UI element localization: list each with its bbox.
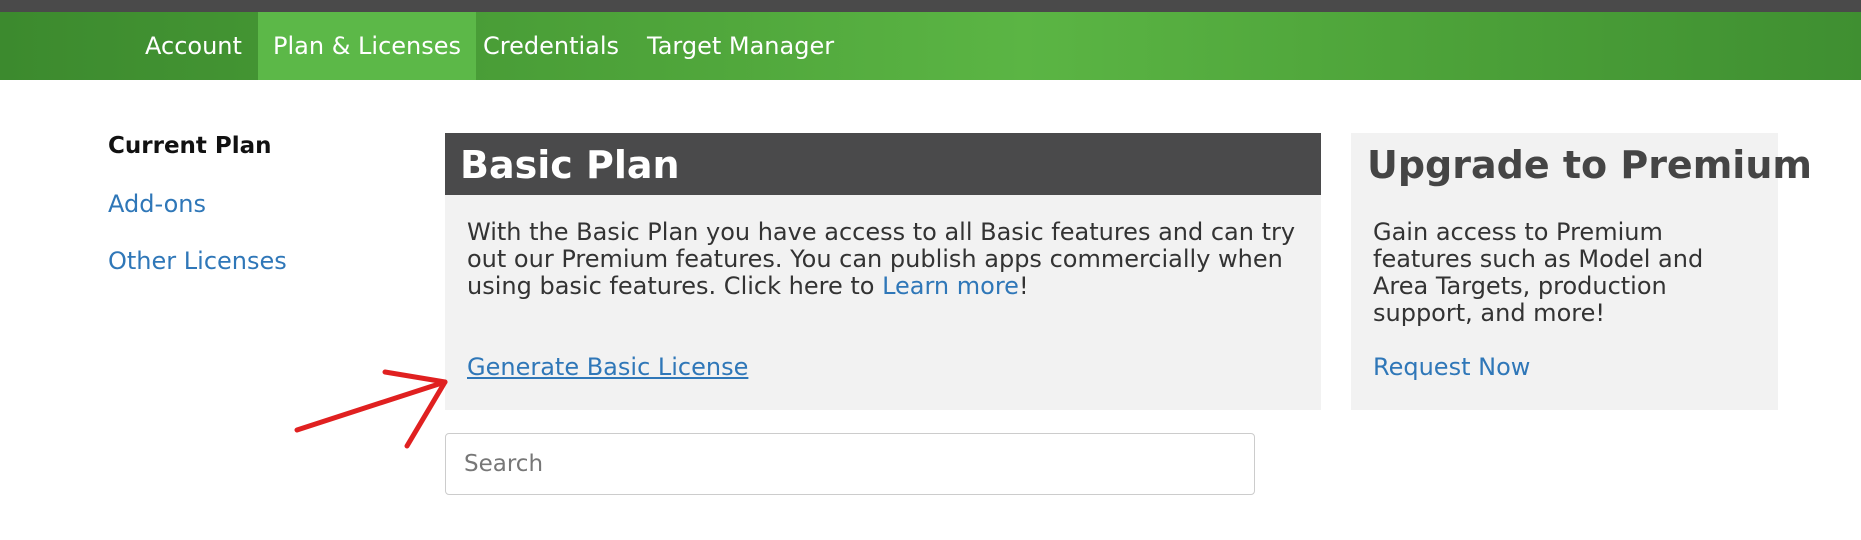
top-strip (0, 0, 1861, 12)
description-punct: ! (1018, 272, 1029, 300)
sidebar-item-other-licenses[interactable]: Other Licenses (108, 247, 287, 275)
premium-title: Upgrade to Premium (1367, 143, 1812, 187)
top-nav-bar: Account Plan & Licenses Credentials Targ… (0, 12, 1861, 80)
nav-tab-plan-licenses[interactable]: Plan & Licenses (258, 12, 477, 80)
premium-card: Upgrade to Premium Gain access to Premiu… (1351, 133, 1812, 410)
learn-more-link[interactable]: Learn more (882, 272, 1019, 300)
generate-basic-license-link[interactable]: Generate Basic License (467, 353, 748, 381)
basic-plan-title: Basic Plan (460, 143, 680, 187)
basic-plan-description: With the Basic Plan you have access to a… (467, 219, 1297, 300)
premium-description: Gain access to Premium features such as … (1373, 218, 1704, 327)
search-input[interactable] (445, 433, 1255, 495)
request-now-link[interactable]: Request Now (1373, 353, 1530, 381)
basic-plan-header: Basic Plan (445, 133, 1321, 195)
sidebar-item-current-plan[interactable]: Current Plan (108, 133, 272, 159)
sidebar-item-add-ons[interactable]: Add-ons (108, 190, 206, 218)
basic-plan-card: Basic Plan With the Basic Plan you have … (445, 133, 1321, 410)
nav-tab-credentials[interactable]: Credentials (483, 12, 619, 80)
nav-tab-account[interactable]: Account (145, 12, 242, 80)
annotation-arrow-icon (294, 369, 448, 449)
nav-tab-target-manager[interactable]: Target Manager (647, 12, 834, 80)
